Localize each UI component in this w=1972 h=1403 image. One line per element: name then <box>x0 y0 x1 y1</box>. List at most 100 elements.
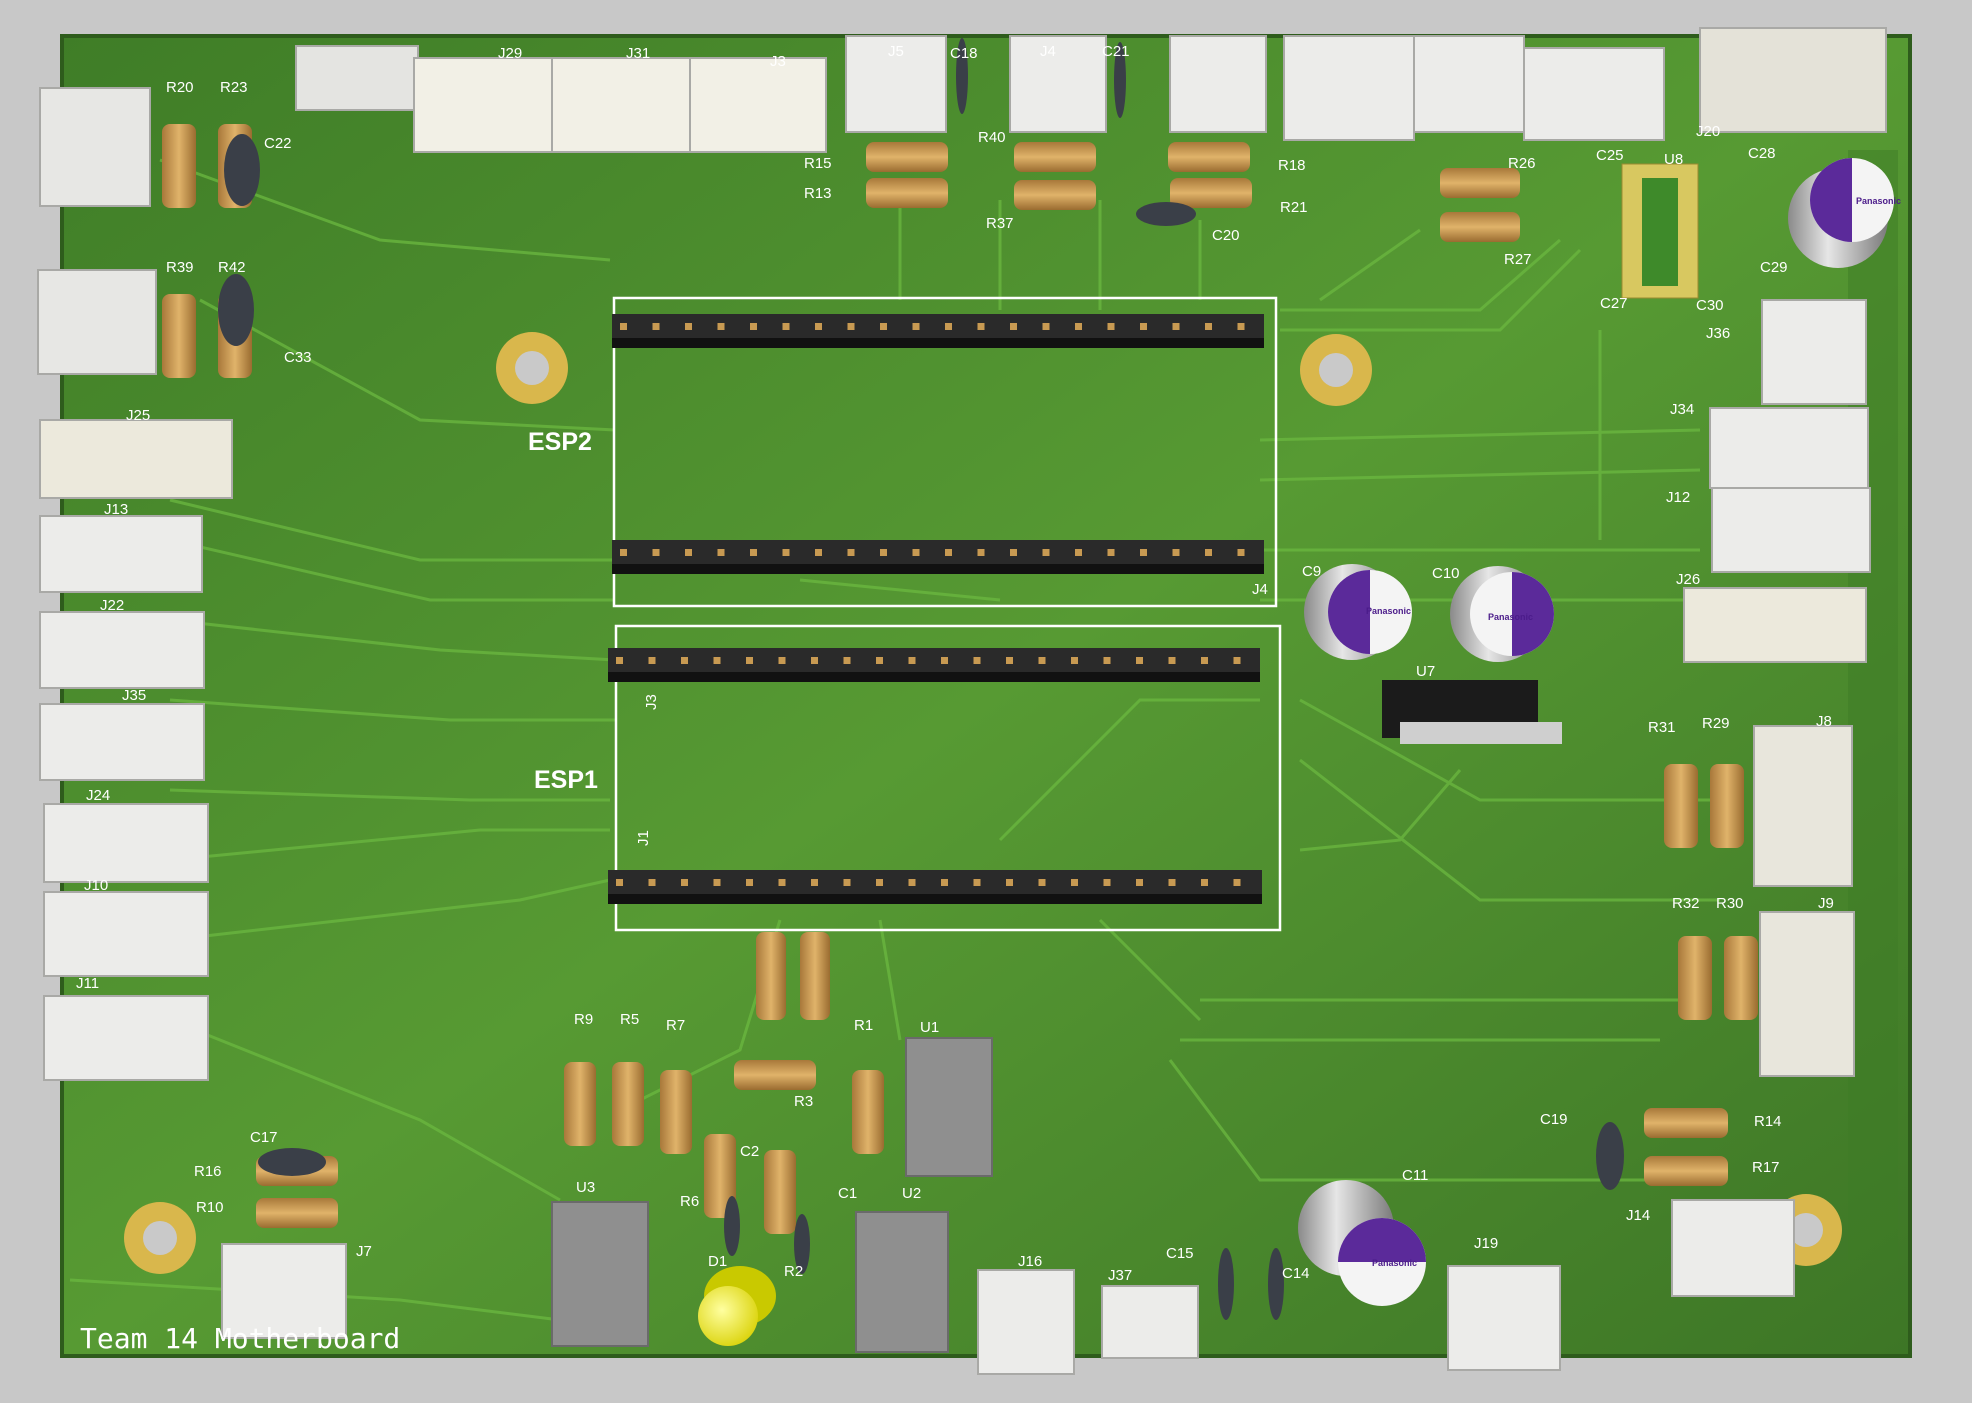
header-pin <box>652 549 660 556</box>
ref-r2: R2 <box>784 1263 803 1280</box>
header-pin <box>815 323 822 330</box>
header-pin <box>1006 657 1013 664</box>
header-pin <box>1075 549 1082 556</box>
ref-j1: J1 <box>635 830 652 846</box>
svg-text:Panasonic: Panasonic <box>1488 612 1533 622</box>
header-pin <box>1201 879 1208 886</box>
header-pin <box>1201 657 1208 664</box>
header-pin <box>876 657 883 664</box>
header-pin <box>941 879 948 886</box>
header-pin <box>782 549 790 556</box>
header-pin <box>1172 323 1180 330</box>
header-pin <box>908 879 916 886</box>
ref-u7: U7 <box>1416 663 1435 680</box>
header-pin <box>1205 323 1212 330</box>
ref-j14: J14 <box>1626 1207 1650 1224</box>
ref-r30: R30 <box>1716 895 1744 912</box>
ref-c19: C19 <box>1540 1111 1568 1128</box>
ref-c29: C29 <box>1760 259 1788 276</box>
header-pin <box>1103 879 1111 886</box>
header-pin <box>750 323 757 330</box>
pin-header-esp1-bottom <box>608 870 1262 904</box>
header-pin <box>681 657 688 664</box>
ref-c28: C28 <box>1748 145 1776 162</box>
ref-r32: R32 <box>1672 895 1700 912</box>
ref-j12: J12 <box>1666 489 1690 506</box>
ref-r40: R40 <box>978 129 1006 146</box>
header-pin <box>973 879 981 886</box>
header-pin <box>977 323 985 330</box>
header-pin <box>815 549 822 556</box>
header-pin <box>750 549 757 556</box>
ref-j16: J16 <box>1018 1253 1042 1270</box>
svg-text:Panasonic: Panasonic <box>1372 1258 1417 1268</box>
ref-j35: J35 <box>122 687 146 704</box>
ref-r18: R18 <box>1278 157 1306 174</box>
ref-c1: C1 <box>838 1185 857 1202</box>
ref-c18: C18 <box>950 45 978 62</box>
header-pin <box>1042 549 1050 556</box>
ref-r1: R1 <box>854 1017 873 1034</box>
ref-c11: C11 <box>1402 1167 1428 1184</box>
ref-j10: J10 <box>84 877 108 894</box>
header-pin <box>843 879 851 886</box>
ref-j3: J3 <box>643 694 660 710</box>
header-pin <box>1136 879 1143 886</box>
svg-text:Panasonic: Panasonic <box>1856 196 1901 206</box>
header-pin <box>1071 657 1078 664</box>
header-pin <box>1038 657 1046 664</box>
header-pin <box>1010 549 1017 556</box>
header-pin <box>1237 549 1245 556</box>
ref-r6: R6 <box>680 1193 699 1210</box>
header-pin <box>1233 657 1241 664</box>
ref-r39: R39 <box>166 259 194 276</box>
ref-c27: C27 <box>1600 295 1628 312</box>
esp2-label: ESP2 <box>528 428 592 456</box>
smd-ic <box>1621 163 1699 299</box>
header-pin <box>713 879 721 886</box>
ref-r27: R27 <box>1504 251 1532 268</box>
header-pin <box>685 323 692 330</box>
ref-r14: R14 <box>1754 1113 1782 1130</box>
ref-j13: J13 <box>104 501 128 518</box>
header-pin <box>1205 549 1212 556</box>
header-pin <box>652 323 660 330</box>
ref-r23: R23 <box>220 79 248 96</box>
ref-j36: J36 <box>1706 325 1730 342</box>
header-pin <box>746 879 753 886</box>
header-pin <box>1140 549 1147 556</box>
ref-r10: R10 <box>196 1199 224 1216</box>
header-pin <box>912 549 920 556</box>
header-pin <box>1107 323 1115 330</box>
header-pin <box>1042 323 1050 330</box>
header-pin <box>1237 323 1245 330</box>
ref-j8: J8 <box>1816 713 1832 730</box>
ref-r20: R20 <box>166 79 194 96</box>
ref-j31: J31 <box>626 45 650 62</box>
ref-r31: R31 <box>1648 719 1676 736</box>
header-pin <box>782 323 790 330</box>
ref-r16: R16 <box>194 1163 222 1180</box>
header-pin <box>908 657 916 664</box>
header-pin <box>713 657 721 664</box>
ref-c25: C25 <box>1596 147 1624 164</box>
pcb-3d-render: ESP2 ESP1 Panasonic Panasonic Panasonic … <box>0 0 1972 1398</box>
header-pin <box>1006 879 1013 886</box>
header-pin <box>1075 323 1082 330</box>
voltage-regulator <box>1382 680 1562 744</box>
header-pin <box>1233 879 1241 886</box>
ref-r29: R29 <box>1702 715 1730 732</box>
svg-text:Panasonic: Panasonic <box>1366 606 1411 616</box>
ref-c21: C21 <box>1102 43 1130 60</box>
ref-c15: C15 <box>1166 1245 1194 1262</box>
header-pin <box>746 657 753 664</box>
header-pin <box>1172 549 1180 556</box>
ref-j11: J11 <box>76 975 99 992</box>
ref-j9: J9 <box>1818 895 1834 912</box>
header-pin <box>880 323 887 330</box>
ref-j37: J37 <box>1108 1267 1132 1284</box>
ref-r21: R21 <box>1280 199 1308 216</box>
header-pin <box>876 879 883 886</box>
header-pin <box>616 879 623 886</box>
header-pin <box>616 657 623 664</box>
